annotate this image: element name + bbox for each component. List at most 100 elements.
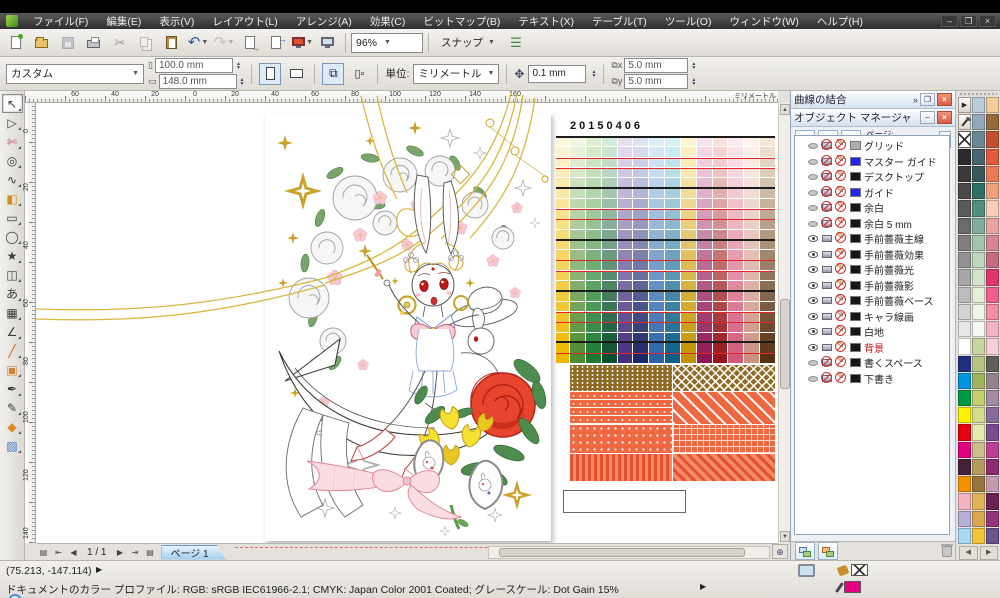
chart-color-cell[interactable] [760, 137, 775, 146]
chart-color-cell[interactable] [556, 354, 569, 363]
chart-color-cell[interactable] [556, 220, 569, 229]
chart-color-cell[interactable] [665, 292, 680, 301]
chart-color-cell[interactable] [713, 178, 728, 187]
zoom-level-select[interactable]: 96%▼ [351, 33, 423, 53]
chart-color-cell[interactable] [586, 189, 601, 198]
palette-swatch[interactable] [958, 476, 971, 492]
palette-swatch[interactable] [958, 442, 971, 458]
palette-swatch[interactable] [958, 149, 971, 165]
layer-row[interactable]: ✎余白 5 mm [795, 216, 949, 232]
layer-visibility-icon[interactable] [808, 187, 819, 198]
chart-color-cell[interactable] [602, 261, 617, 270]
chart-color-cell[interactable] [728, 137, 743, 146]
palette-swatch[interactable] [986, 166, 999, 182]
chart-color-cell[interactable] [649, 209, 664, 218]
close-docker-button[interactable]: × [937, 93, 952, 106]
chart-color-cell[interactable] [649, 312, 664, 321]
chart-color-cell[interactable] [633, 271, 648, 280]
chart-color-cell[interactable] [760, 178, 775, 187]
chart-color-cell[interactable] [728, 230, 743, 239]
chart-color-cell[interactable] [570, 261, 585, 270]
table-tool[interactable]: ▦ [2, 303, 23, 322]
layer-visibility-icon[interactable] [808, 140, 819, 151]
collapse-docker-button[interactable]: − [920, 111, 935, 124]
freehand-tool[interactable]: ∿ [2, 170, 23, 189]
chart-color-cell[interactable] [697, 240, 712, 249]
chart-color-cell[interactable] [728, 147, 743, 156]
layer-visibility-icon[interactable] [808, 326, 819, 337]
chart-color-cell[interactable] [681, 292, 696, 301]
layer-printable-icon[interactable] [822, 171, 833, 182]
page-height-field[interactable]: 148.0 mm [159, 74, 237, 89]
chart-color-cell[interactable] [602, 168, 617, 177]
palette-swatch[interactable] [986, 493, 999, 509]
palette-swatch[interactable] [958, 356, 971, 372]
chart-color-cell[interactable] [570, 292, 585, 301]
chart-color-cell[interactable] [697, 312, 712, 321]
chart-color-cell[interactable] [618, 292, 633, 301]
chart-color-cell[interactable] [728, 240, 743, 249]
layer-visibility-icon[interactable] [808, 233, 819, 244]
palette-swatch[interactable] [986, 97, 999, 113]
chart-color-cell[interactable] [697, 261, 712, 270]
interactive-fill-tool[interactable]: ▨ [2, 436, 23, 455]
chart-color-cell[interactable] [728, 178, 743, 187]
chart-color-cell[interactable] [744, 292, 759, 301]
outline-status[interactable] [838, 581, 861, 593]
drawing-canvas[interactable]: 20150406 [36, 103, 778, 543]
palette-scroll-right-icon[interactable]: ▶ [980, 546, 999, 560]
chart-color-cell[interactable] [602, 189, 617, 198]
layer-color-swatch[interactable] [850, 219, 861, 228]
pattern-swatch-orange-diagonal[interactable] [673, 392, 775, 424]
chart-color-cell[interactable] [681, 302, 696, 311]
zoom-tool[interactable]: ◎ [2, 151, 23, 170]
chart-color-cell[interactable] [744, 354, 759, 363]
layer-color-swatch[interactable] [850, 172, 861, 181]
horizontal-ruler[interactable]: ミリメートル 604020020406080100120140160 [25, 91, 778, 103]
palette-swatch[interactable] [972, 356, 985, 372]
chart-color-cell[interactable] [697, 178, 712, 187]
palette-swatch[interactable] [972, 407, 985, 423]
chart-color-cell[interactable] [697, 230, 712, 239]
pattern-swatch-brown-diamond-lattice[interactable] [673, 365, 775, 391]
chart-color-cell[interactable] [728, 261, 743, 270]
eyedropper-icon[interactable] [958, 114, 971, 130]
chart-color-cell[interactable] [744, 178, 759, 187]
chart-color-cell[interactable] [556, 158, 569, 167]
chart-color-cell[interactable] [760, 302, 775, 311]
palette-swatch[interactable] [986, 321, 999, 337]
chart-color-cell[interactable] [760, 158, 775, 167]
palette-swatch[interactable] [958, 183, 971, 199]
chart-color-cell[interactable] [570, 343, 585, 352]
flyout-arrow-icon[interactable]: ▶ [700, 582, 706, 591]
paste-button[interactable] [160, 31, 184, 55]
chart-color-cell[interactable] [586, 343, 601, 352]
layer-row[interactable]: ✎ガイド [795, 185, 949, 201]
layer-printable-icon[interactable] [822, 326, 833, 337]
layer-color-swatch[interactable] [850, 250, 861, 259]
palette-swatch[interactable] [986, 269, 999, 285]
chart-color-cell[interactable] [586, 199, 601, 208]
chart-color-cell[interactable] [633, 261, 648, 270]
chart-color-cell[interactable] [618, 158, 633, 167]
palette-swatch[interactable] [958, 235, 971, 251]
layer-editable-icon[interactable]: ✎ [836, 233, 847, 244]
palette-swatch[interactable] [986, 390, 999, 406]
layer-editable-icon[interactable]: ✎ [836, 357, 847, 368]
layer-color-swatch[interactable] [850, 234, 861, 243]
curve-join-docker-titlebar[interactable]: 曲線の結合 » ❐ × [791, 91, 955, 109]
spinner[interactable]: ▲▼ [691, 78, 696, 86]
chart-color-cell[interactable] [681, 189, 696, 198]
chart-color-cell[interactable] [649, 323, 664, 332]
menu-item[interactable]: 表示(V) [150, 13, 203, 30]
layer-row[interactable]: ✎書くスペース [795, 355, 949, 371]
chart-color-cell[interactable] [602, 271, 617, 280]
chart-color-cell[interactable] [556, 343, 569, 352]
chart-color-cell[interactable] [649, 250, 664, 259]
chart-color-cell[interactable] [697, 271, 712, 280]
connector-tool[interactable]: ╱ [2, 341, 23, 360]
chart-color-cell[interactable] [570, 323, 585, 332]
chart-color-cell[interactable] [697, 292, 712, 301]
chart-color-cell[interactable] [665, 178, 680, 187]
palette-swatch[interactable] [958, 459, 971, 475]
